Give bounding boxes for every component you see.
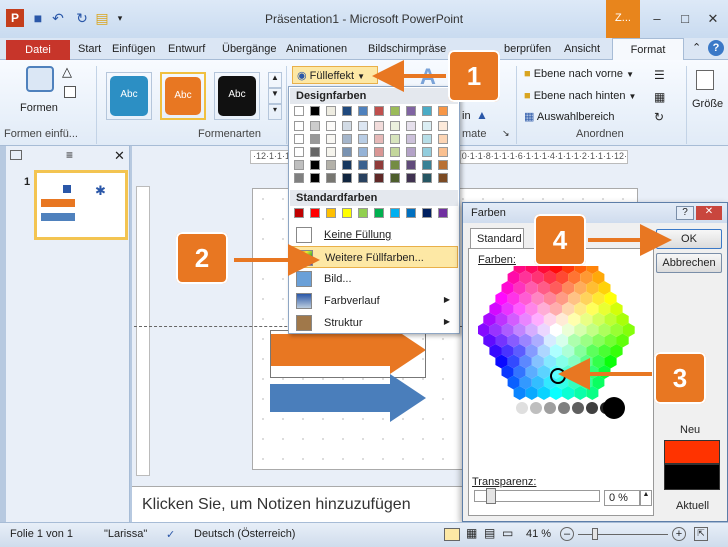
callout-3: 3 <box>654 352 706 404</box>
callout-4: 4 <box>534 214 586 266</box>
callout-arrows <box>234 60 672 390</box>
callout-1: 1 <box>448 50 500 102</box>
callout-2: 2 <box>176 232 228 284</box>
